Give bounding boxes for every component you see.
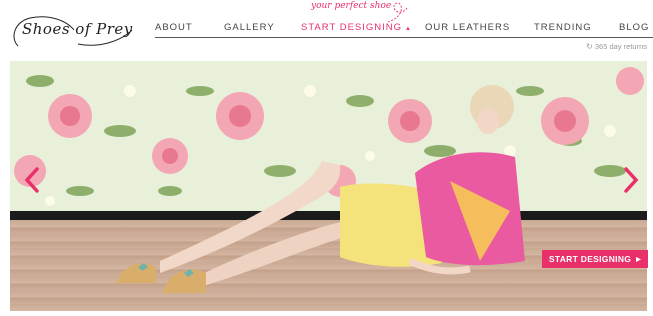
play-triangle-icon: ▲ (405, 26, 412, 32)
returns-note: ↻ 365 day returns (586, 42, 647, 51)
logo[interactable]: Shoes of Prey (8, 8, 136, 58)
logo-text: Shoes of Prey (22, 20, 133, 38)
nav-item-blog[interactable]: BLOG (619, 22, 649, 33)
start-designing-button-label: START DESIGNING (548, 254, 632, 264)
refresh-icon: ↻ (586, 42, 593, 51)
nav-item-about[interactable]: ABOUT (155, 22, 193, 33)
play-triangle-icon: ▶ (636, 256, 642, 263)
model-image (116, 85, 525, 293)
chevron-left-icon[interactable] (22, 165, 42, 195)
start-designing-button[interactable]: START DESIGNING ▶ (542, 250, 648, 268)
chevron-right-icon[interactable] (621, 165, 641, 195)
hero-banner[interactable] (10, 61, 647, 311)
main-nav: ABOUT GALLERY START DESIGNING ▲ OUR LEATH… (155, 20, 653, 38)
nav-item-our-leathers[interactable]: OUR LEATHERS (425, 22, 510, 33)
nav-item-start-designing-label: START DESIGNING (301, 22, 403, 33)
tagline: your perfect shoe (311, 1, 392, 11)
nav-item-trending[interactable]: TRENDING (534, 22, 592, 33)
nav-item-start-designing[interactable]: START DESIGNING ▲ (301, 22, 412, 33)
nav-item-gallery[interactable]: GALLERY (224, 22, 275, 33)
returns-text: 365 day returns (594, 42, 647, 51)
